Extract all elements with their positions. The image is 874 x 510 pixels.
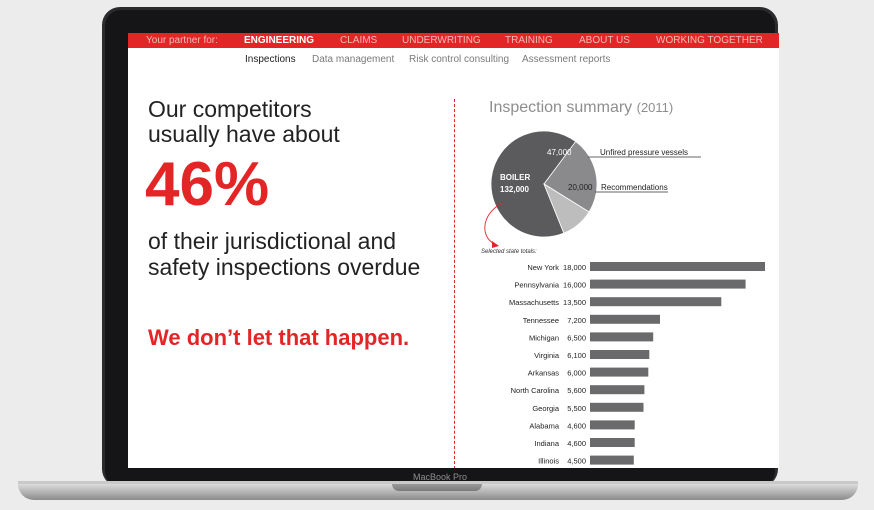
bar-category-label: Pennsylvania	[514, 281, 559, 290]
bar-category-label: Georgia	[532, 404, 560, 413]
bar-value-label: 6,100	[567, 351, 586, 360]
pie-label-boiler: BOILER	[500, 173, 531, 182]
bar-value-label: 4,600	[567, 421, 586, 430]
arrowhead-icon	[492, 241, 499, 248]
bar-indiana	[590, 438, 635, 447]
bar-north-carolina	[590, 385, 645, 395]
bar-virginia	[590, 350, 650, 359]
bar-category-label: Arkansas	[528, 369, 560, 378]
bar-georgia	[590, 402, 644, 412]
red-arrow-icon	[484, 202, 503, 246]
bar-category-label: Michigan	[529, 333, 559, 342]
bar-tennessee	[590, 314, 660, 324]
bar-new-york	[590, 262, 765, 271]
state-totals-bar-chart: 18,000 New York 16,000 Pennsylvania 13,500 Ma…	[484, 156, 765, 466]
bar-category-label: Massachusetts	[509, 298, 559, 307]
bar-value-label: 7,200	[567, 316, 586, 325]
bar-pennsylvania	[590, 279, 746, 289]
bar-value-label: 6,500	[567, 333, 586, 342]
pie-value-unfired-pressure-vessels: 47,000	[547, 148, 572, 157]
bar-value-label: 6,000	[567, 369, 586, 378]
bar-category-label: Tennessee	[523, 316, 559, 325]
bar-category-label: North Carolina	[511, 386, 560, 395]
bar-value-label: 13,500	[563, 298, 586, 307]
pie-value-recommendations: 20,000	[568, 183, 593, 192]
bar-category-label: Virginia	[534, 351, 560, 360]
bar-alabama	[590, 420, 635, 430]
bar-value-label: 4,500	[567, 457, 586, 466]
pie-value-boiler: 132,000	[500, 185, 529, 194]
bar-value-label: 5,600	[567, 386, 586, 395]
screen: Your partner for: ENGINEERING CLAIMS UND…	[128, 33, 779, 468]
bar-illinois	[590, 455, 634, 465]
bar-value-label: 5,500	[567, 404, 586, 413]
pie-label-recommendations: Recommendations	[601, 183, 668, 192]
pie-label-unfired-pressure-vessels: Unfired pressure vessels	[600, 148, 689, 157]
bar-category-label: New York	[527, 263, 559, 272]
bar-massachusetts	[590, 297, 722, 307]
bar-category-label: Indiana	[534, 439, 559, 448]
bar-value-label: 4,600	[567, 439, 586, 448]
bar-category-label: Illinois	[538, 457, 559, 466]
bar-value-label: 16,000	[563, 281, 586, 290]
bar-value-label: 18,000	[563, 263, 586, 272]
bar-arkansas	[590, 367, 649, 377]
bar-category-label: Alabama	[529, 421, 559, 430]
laptop-notch	[392, 484, 482, 491]
bar-michigan	[590, 332, 654, 342]
